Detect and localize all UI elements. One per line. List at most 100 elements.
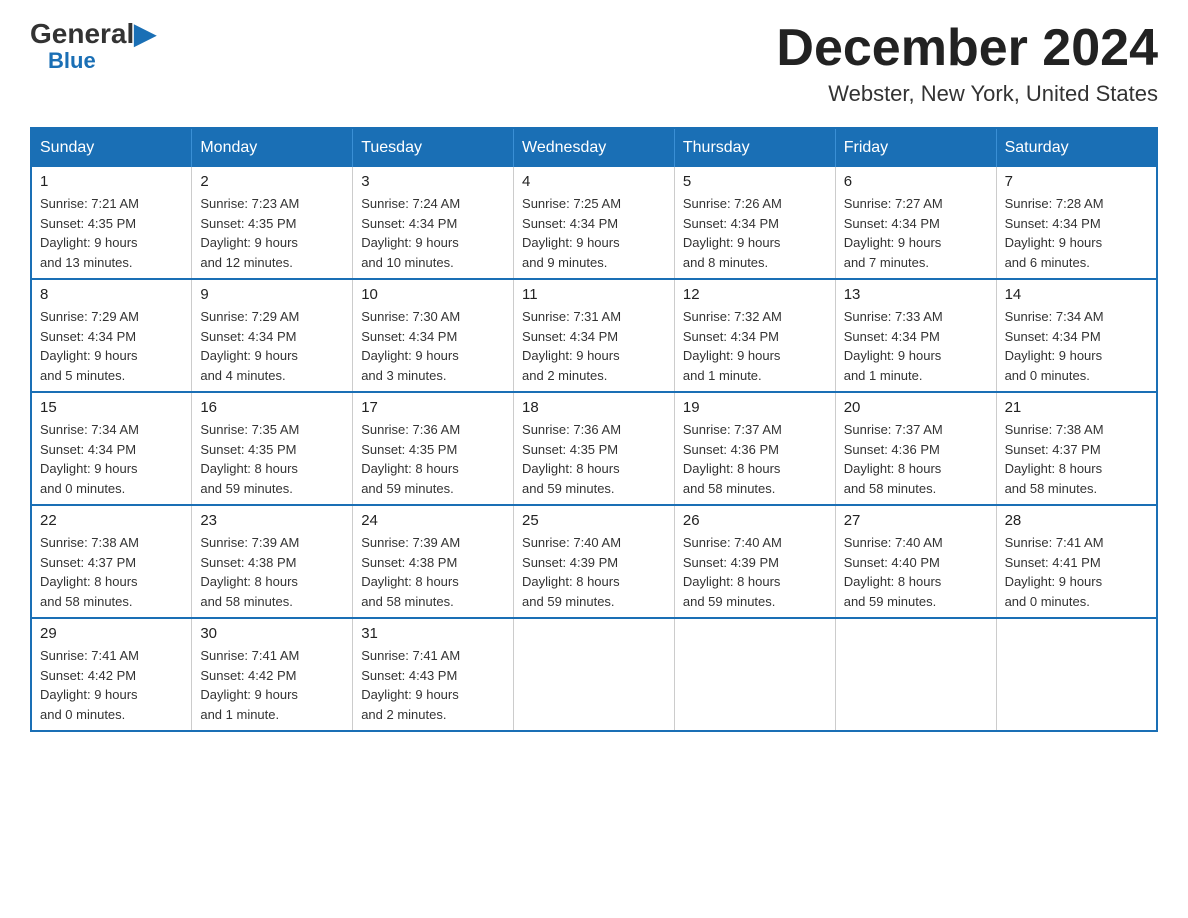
table-row: 14 Sunrise: 7:34 AM Sunset: 4:34 PM Dayli…	[996, 279, 1157, 392]
day-info: Sunrise: 7:37 AM Sunset: 4:36 PM Dayligh…	[844, 420, 988, 498]
day-number: 18	[522, 399, 666, 416]
col-sunday: Sunday	[31, 128, 192, 167]
calendar-week-row: 22 Sunrise: 7:38 AM Sunset: 4:37 PM Dayli…	[31, 505, 1157, 618]
day-number: 5	[683, 173, 827, 190]
day-info: Sunrise: 7:37 AM Sunset: 4:36 PM Dayligh…	[683, 420, 827, 498]
day-info: Sunrise: 7:35 AM Sunset: 4:35 PM Dayligh…	[200, 420, 344, 498]
table-row: 2 Sunrise: 7:23 AM Sunset: 4:35 PM Daylig…	[192, 167, 353, 279]
day-number: 9	[200, 286, 344, 303]
table-row: 31Sunrise: 7:41 AM Sunset: 4:43 PM Dayli…	[353, 618, 514, 731]
table-row: 18Sunrise: 7:36 AM Sunset: 4:35 PM Dayli…	[514, 392, 675, 505]
day-info: Sunrise: 7:23 AM Sunset: 4:35 PM Dayligh…	[200, 194, 344, 272]
logo-general-text: General▶	[30, 20, 156, 48]
day-info: Sunrise: 7:29 AM Sunset: 4:34 PM Dayligh…	[40, 307, 183, 385]
day-info: Sunrise: 7:36 AM Sunset: 4:35 PM Dayligh…	[361, 420, 505, 498]
table-row: 30Sunrise: 7:41 AM Sunset: 4:42 PM Dayli…	[192, 618, 353, 731]
title-block: December 2024 Webster, New York, United …	[776, 20, 1158, 107]
day-number: 1	[40, 173, 183, 190]
day-number: 22	[40, 512, 183, 529]
table-row	[674, 618, 835, 731]
day-number: 4	[522, 173, 666, 190]
day-number: 14	[1005, 286, 1148, 303]
calendar-table: Sunday Monday Tuesday Wednesday Thursday…	[30, 127, 1158, 732]
day-number: 3	[361, 173, 505, 190]
col-friday: Friday	[835, 128, 996, 167]
page-title: December 2024	[776, 20, 1158, 77]
day-info: Sunrise: 7:32 AM Sunset: 4:34 PM Dayligh…	[683, 307, 827, 385]
table-row: 29 Sunrise: 7:41 AM Sunset: 4:42 PM Dayli…	[31, 618, 192, 731]
table-row: 25Sunrise: 7:40 AM Sunset: 4:39 PM Dayli…	[514, 505, 675, 618]
day-info: Sunrise: 7:41 AM Sunset: 4:43 PM Dayligh…	[361, 646, 505, 724]
day-number: 28	[1005, 512, 1148, 529]
day-info: Sunrise: 7:30 AM Sunset: 4:34 PM Dayligh…	[361, 307, 505, 385]
day-info: Sunrise: 7:26 AM Sunset: 4:34 PM Dayligh…	[683, 194, 827, 272]
day-number: 29	[40, 625, 183, 642]
day-info: Sunrise: 7:33 AM Sunset: 4:34 PM Dayligh…	[844, 307, 988, 385]
day-number: 7	[1005, 173, 1148, 190]
day-number: 19	[683, 399, 827, 416]
day-number: 27	[844, 512, 988, 529]
table-row: 12 Sunrise: 7:32 AM Sunset: 4:34 PM Dayli…	[674, 279, 835, 392]
day-number: 10	[361, 286, 505, 303]
table-row: 3Sunrise: 7:24 AM Sunset: 4:34 PM Daylig…	[353, 167, 514, 279]
day-info: Sunrise: 7:31 AM Sunset: 4:34 PM Dayligh…	[522, 307, 666, 385]
table-row: 19 Sunrise: 7:37 AM Sunset: 4:36 PM Dayli…	[674, 392, 835, 505]
day-number: 6	[844, 173, 988, 190]
calendar-header-row: Sunday Monday Tuesday Wednesday Thursday…	[31, 128, 1157, 167]
table-row: 13 Sunrise: 7:33 AM Sunset: 4:34 PM Dayli…	[835, 279, 996, 392]
logo: General▶ Blue	[30, 20, 156, 74]
col-saturday: Saturday	[996, 128, 1157, 167]
table-row: 27 Sunrise: 7:40 AM Sunset: 4:40 PM Dayli…	[835, 505, 996, 618]
table-row: 11 Sunrise: 7:31 AM Sunset: 4:34 PM Dayli…	[514, 279, 675, 392]
day-number: 8	[40, 286, 183, 303]
col-thursday: Thursday	[674, 128, 835, 167]
logo-blue-text: Blue	[48, 48, 96, 74]
col-monday: Monday	[192, 128, 353, 167]
table-row: 26 Sunrise: 7:40 AM Sunset: 4:39 PM Dayli…	[674, 505, 835, 618]
day-number: 2	[200, 173, 344, 190]
day-info: Sunrise: 7:39 AM Sunset: 4:38 PM Dayligh…	[200, 533, 344, 611]
table-row: 22 Sunrise: 7:38 AM Sunset: 4:37 PM Dayli…	[31, 505, 192, 618]
day-info: Sunrise: 7:27 AM Sunset: 4:34 PM Dayligh…	[844, 194, 988, 272]
day-number: 17	[361, 399, 505, 416]
day-number: 15	[40, 399, 183, 416]
day-number: 20	[844, 399, 988, 416]
day-info: Sunrise: 7:40 AM Sunset: 4:40 PM Dayligh…	[844, 533, 988, 611]
page-subtitle: Webster, New York, United States	[776, 81, 1158, 107]
table-row: 20 Sunrise: 7:37 AM Sunset: 4:36 PM Dayli…	[835, 392, 996, 505]
table-row: 17 Sunrise: 7:36 AM Sunset: 4:35 PM Dayli…	[353, 392, 514, 505]
table-row: 15 Sunrise: 7:34 AM Sunset: 4:34 PM Dayli…	[31, 392, 192, 505]
calendar-week-row: 1 Sunrise: 7:21 AM Sunset: 4:35 PM Daylig…	[31, 167, 1157, 279]
day-info: Sunrise: 7:38 AM Sunset: 4:37 PM Dayligh…	[1005, 420, 1148, 498]
table-row: 4Sunrise: 7:25 AM Sunset: 4:34 PM Daylig…	[514, 167, 675, 279]
day-number: 16	[200, 399, 344, 416]
day-number: 23	[200, 512, 344, 529]
day-number: 25	[522, 512, 666, 529]
col-wednesday: Wednesday	[514, 128, 675, 167]
table-row: 1 Sunrise: 7:21 AM Sunset: 4:35 PM Daylig…	[31, 167, 192, 279]
table-row: 21 Sunrise: 7:38 AM Sunset: 4:37 PM Dayli…	[996, 392, 1157, 505]
day-info: Sunrise: 7:28 AM Sunset: 4:34 PM Dayligh…	[1005, 194, 1148, 272]
table-row: 9 Sunrise: 7:29 AM Sunset: 4:34 PM Daylig…	[192, 279, 353, 392]
day-number: 13	[844, 286, 988, 303]
day-number: 21	[1005, 399, 1148, 416]
day-info: Sunrise: 7:38 AM Sunset: 4:37 PM Dayligh…	[40, 533, 183, 611]
table-row	[514, 618, 675, 731]
day-number: 24	[361, 512, 505, 529]
day-info: Sunrise: 7:41 AM Sunset: 4:42 PM Dayligh…	[40, 646, 183, 724]
table-row: 16 Sunrise: 7:35 AM Sunset: 4:35 PM Dayli…	[192, 392, 353, 505]
calendar-week-row: 15 Sunrise: 7:34 AM Sunset: 4:34 PM Dayli…	[31, 392, 1157, 505]
day-info: Sunrise: 7:41 AM Sunset: 4:41 PM Dayligh…	[1005, 533, 1148, 611]
day-info: Sunrise: 7:40 AM Sunset: 4:39 PM Dayligh…	[683, 533, 827, 611]
day-info: Sunrise: 7:34 AM Sunset: 4:34 PM Dayligh…	[40, 420, 183, 498]
day-info: Sunrise: 7:21 AM Sunset: 4:35 PM Dayligh…	[40, 194, 183, 272]
table-row: 8 Sunrise: 7:29 AM Sunset: 4:34 PM Daylig…	[31, 279, 192, 392]
day-info: Sunrise: 7:29 AM Sunset: 4:34 PM Dayligh…	[200, 307, 344, 385]
table-row	[996, 618, 1157, 731]
day-info: Sunrise: 7:34 AM Sunset: 4:34 PM Dayligh…	[1005, 307, 1148, 385]
day-number: 26	[683, 512, 827, 529]
day-number: 12	[683, 286, 827, 303]
calendar-week-row: 8 Sunrise: 7:29 AM Sunset: 4:34 PM Daylig…	[31, 279, 1157, 392]
day-number: 11	[522, 286, 666, 303]
table-row: 5 Sunrise: 7:26 AM Sunset: 4:34 PM Daylig…	[674, 167, 835, 279]
